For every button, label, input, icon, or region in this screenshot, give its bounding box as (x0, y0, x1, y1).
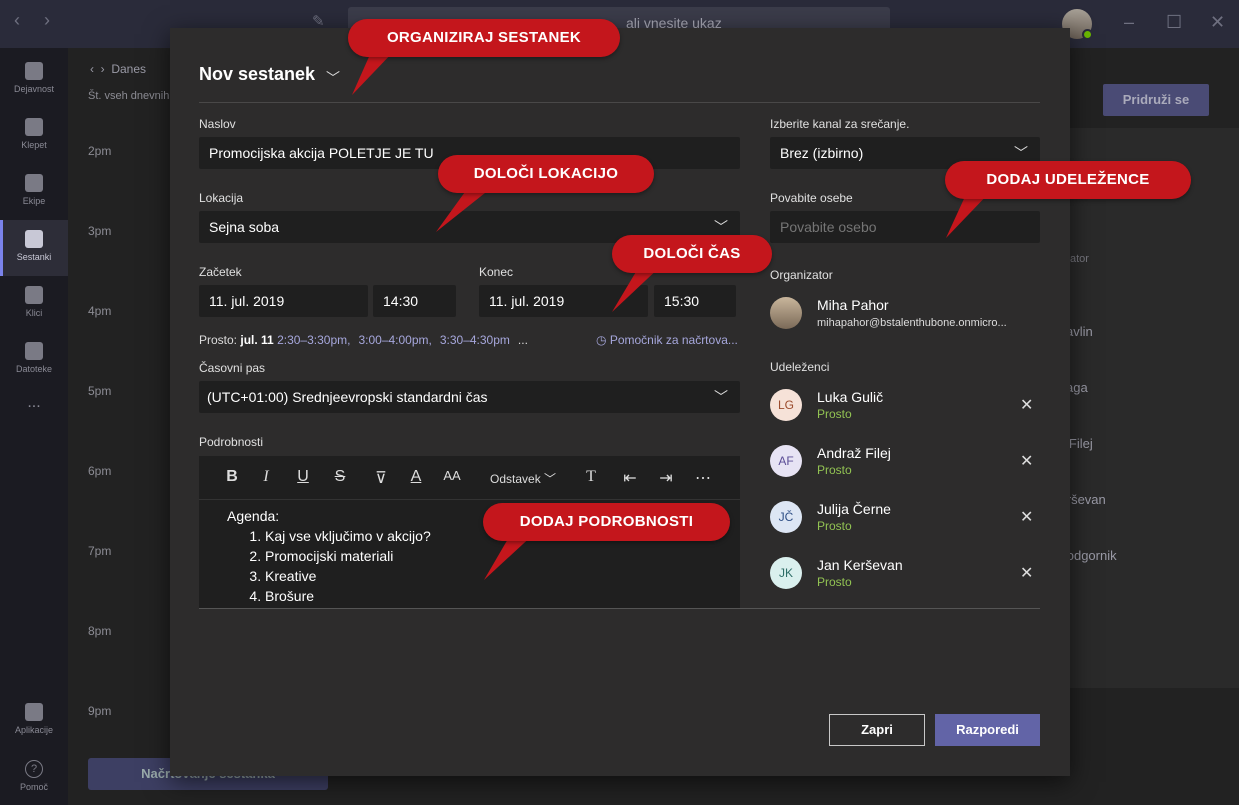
callout-pointers (352, 50, 992, 580)
callout-organize: ORGANIZIRAJ SESTANEK (348, 19, 620, 57)
callout-time: DOLOČI ČAS (612, 235, 772, 273)
callout-location: DOLOČI LOKACIJO (438, 155, 654, 193)
callout-attendees: DODAJ UDELEŽENCE (945, 161, 1191, 199)
callout-details: DODAJ PODROBNOSTI (483, 503, 730, 541)
